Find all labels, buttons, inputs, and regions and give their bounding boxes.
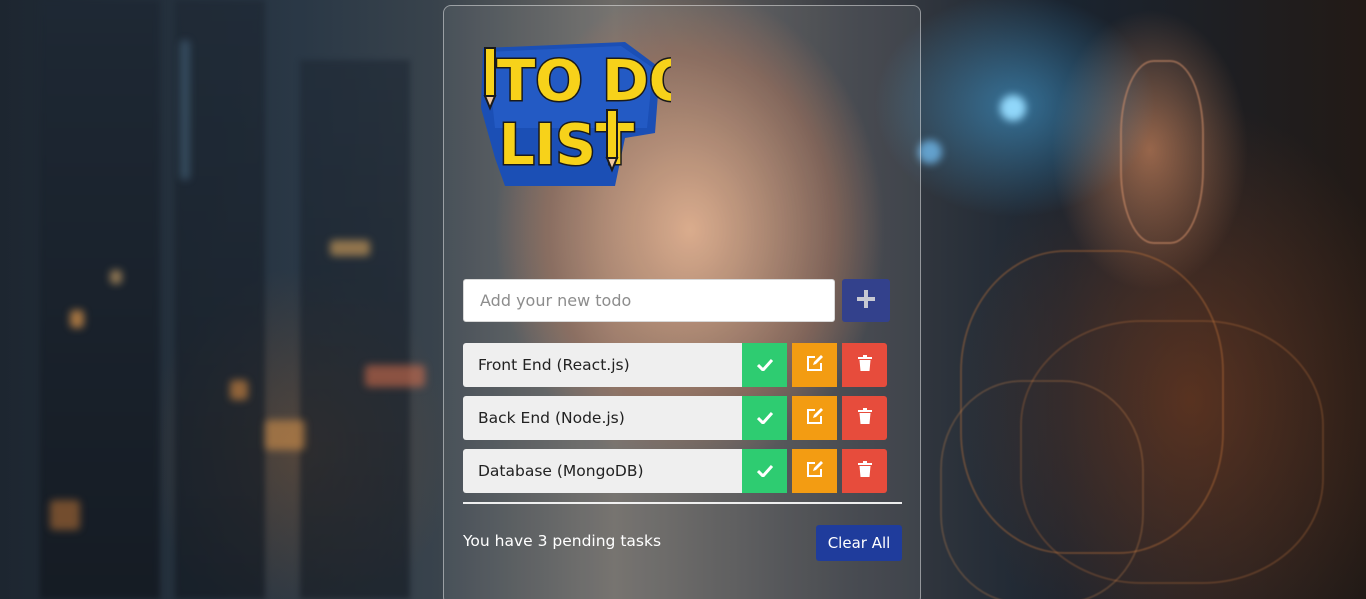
pending-tasks-text: You have 3 pending tasks bbox=[463, 532, 662, 550]
edit-icon bbox=[806, 407, 824, 429]
trash-icon bbox=[857, 461, 872, 481]
trash-icon bbox=[857, 408, 872, 428]
delete-button[interactable] bbox=[842, 396, 887, 440]
todo-input[interactable] bbox=[463, 279, 835, 322]
todo-list-logo: TO DO LIST bbox=[475, 38, 698, 188]
pencil-icon bbox=[605, 109, 619, 173]
plus-icon bbox=[857, 289, 875, 312]
todo-list: Front End (React.js) Back End (Node.js) … bbox=[463, 343, 887, 502]
delete-button[interactable] bbox=[842, 449, 887, 493]
check-icon bbox=[756, 462, 773, 481]
todo-item: Front End (React.js) bbox=[463, 343, 887, 387]
delete-button[interactable] bbox=[842, 343, 887, 387]
pencil-icon bbox=[483, 47, 497, 111]
trash-icon bbox=[857, 355, 872, 375]
todo-item-text: Database (MongoDB) bbox=[463, 449, 742, 493]
add-todo-button[interactable] bbox=[842, 279, 890, 322]
edit-button[interactable] bbox=[792, 449, 837, 493]
todo-item: Database (MongoDB) bbox=[463, 449, 887, 493]
todo-item: Back End (Node.js) bbox=[463, 396, 887, 440]
logo-text-line1: TO DO bbox=[497, 49, 671, 114]
complete-button[interactable] bbox=[742, 343, 787, 387]
edit-icon bbox=[806, 354, 824, 376]
clear-all-button[interactable]: Clear All bbox=[816, 525, 902, 561]
todo-item-text: Back End (Node.js) bbox=[463, 396, 742, 440]
todo-item-text: Front End (React.js) bbox=[463, 343, 742, 387]
check-icon bbox=[756, 356, 773, 375]
edit-button[interactable] bbox=[792, 396, 837, 440]
footer-divider bbox=[463, 502, 902, 504]
check-icon bbox=[756, 409, 773, 428]
edit-icon bbox=[806, 460, 824, 482]
complete-button[interactable] bbox=[742, 396, 787, 440]
complete-button[interactable] bbox=[742, 449, 787, 493]
edit-button[interactable] bbox=[792, 343, 837, 387]
